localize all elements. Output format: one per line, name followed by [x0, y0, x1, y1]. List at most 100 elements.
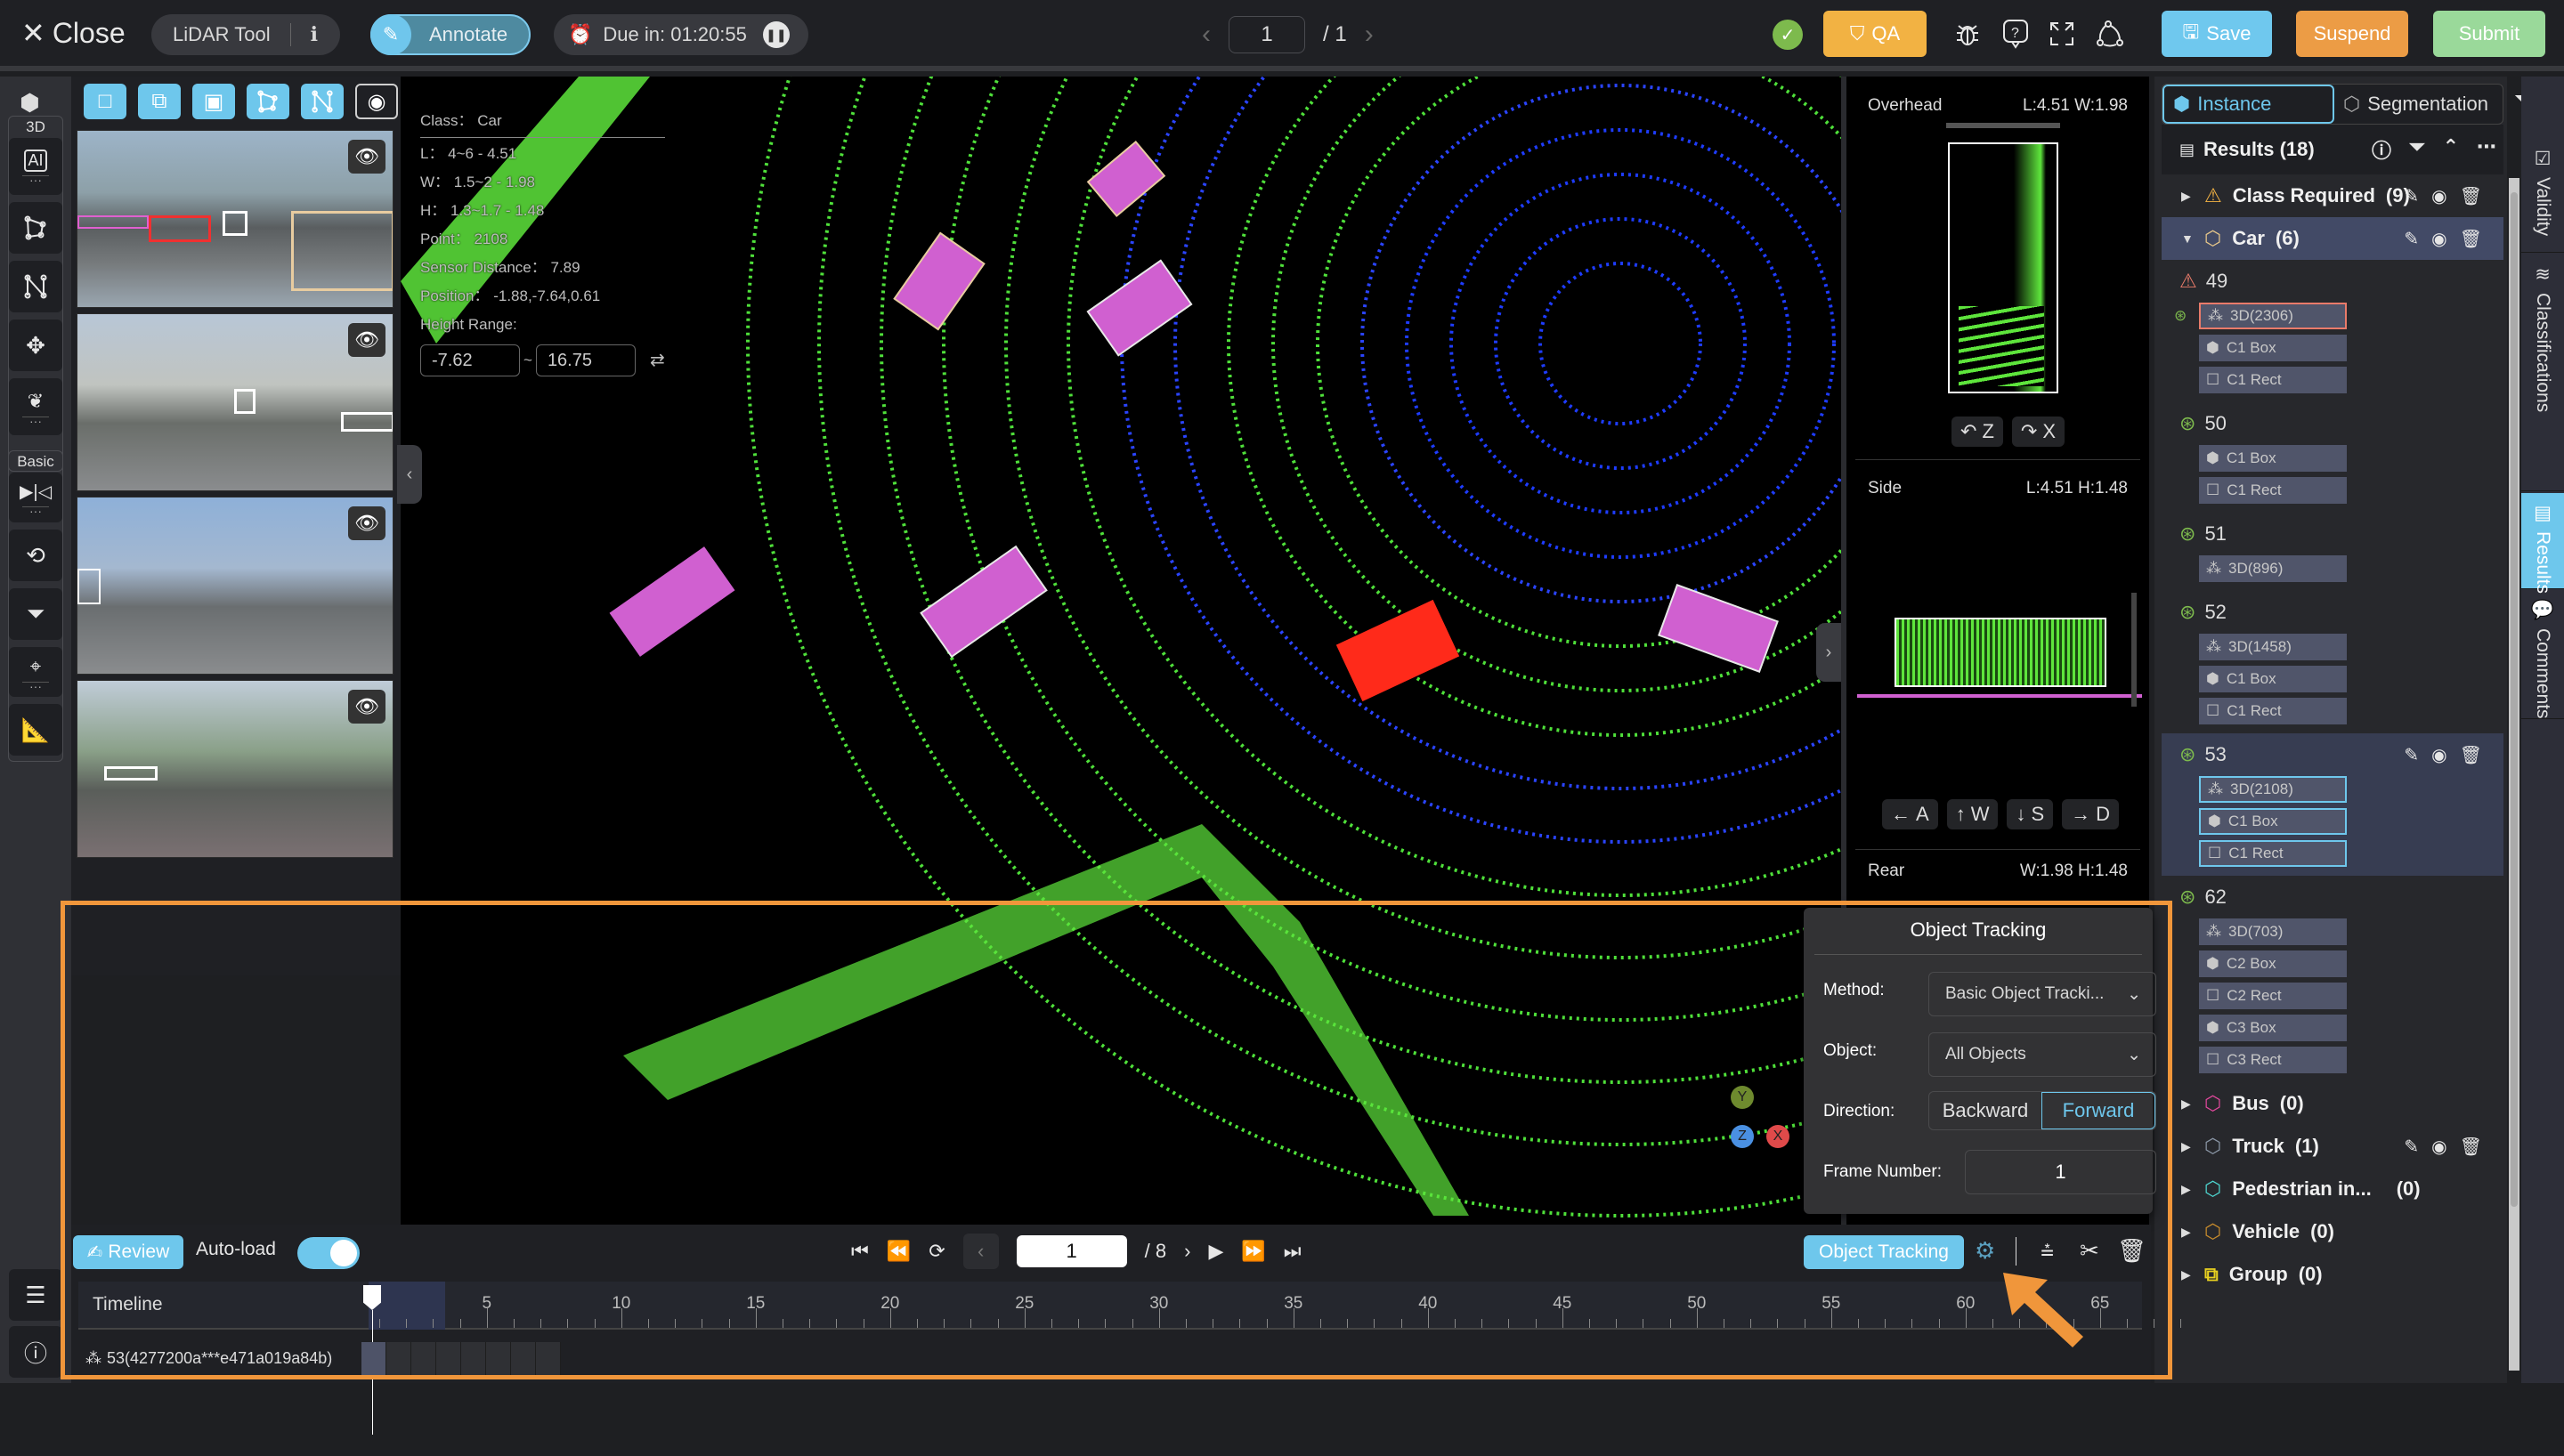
trash-icon[interactable]: 🗑 [2460, 228, 2482, 250]
edit-icon[interactable]: ✎ [2404, 185, 2419, 207]
method-select[interactable]: Basic Object Tracki... ⌄ [1928, 972, 2156, 1016]
instance-49[interactable]: ⚠ 49 ⊛ ⁂ 3D(2306) ⬢ C1 Box ☐ C1 Rect [2162, 260, 2503, 402]
polygon-shape-tool-button[interactable] [247, 84, 289, 119]
overhead-view[interactable] [1948, 142, 2058, 393]
instance-chip[interactable]: ⁂ 3D(703) [2199, 918, 2347, 945]
camera-view-4[interactable]: 👁 [77, 680, 394, 858]
save-button[interactable]: 🖫 Save [2162, 11, 2272, 57]
move-left-button[interactable]: ← A [1882, 799, 1938, 829]
view-resize-handle[interactable] [1946, 123, 2060, 128]
autoload-toggle[interactable] [297, 1237, 360, 1269]
class-row-bus[interactable]: ▶ ⬡ Bus (0) [2162, 1082, 2503, 1125]
class-row-group[interactable]: ▶ ⧉ Group (0) [2162, 1253, 2503, 1296]
tab-instance[interactable]: ⬢ Instance [2162, 85, 2334, 124]
camera-visibility-toggle[interactable]: 👁 [348, 323, 385, 357]
pause-timer-button[interactable]: ❚❚ [762, 21, 790, 48]
flip-tool-button[interactable]: ▶|◁ ··· [9, 473, 62, 522]
instance-chip[interactable]: ⬢ C1 Box [2199, 666, 2347, 692]
track-frame-cell[interactable] [486, 1342, 511, 1379]
edit-icon[interactable]: ✎ [2404, 744, 2419, 766]
instance-chip[interactable]: ☐ C1 Rect [2199, 698, 2347, 724]
trash-icon[interactable]: 🗑 [2460, 744, 2482, 766]
last-frame-button[interactable]: ⏭ [1284, 1240, 1302, 1263]
suspend-button[interactable]: Suspend [2296, 11, 2408, 57]
vtab-validity[interactable]: ☑ Validity [2521, 139, 2564, 253]
instance-chip[interactable]: ☐ C1 Rect [2199, 477, 2347, 504]
vtab-classifications[interactable]: ≋ Classifications [2521, 255, 2564, 491]
frame-input[interactable]: 1 [1016, 1235, 1127, 1267]
collapse-projection-panel-button[interactable]: › [1816, 623, 1841, 682]
focus-tool-button[interactable]: ⌖ ··· [9, 647, 62, 697]
class-row-truck[interactable]: ▶ ⬡ Truck (1) ✎ ◉ 🗑 [2162, 1125, 2503, 1168]
merge-frames-icon[interactable]: ⩮ [2041, 1237, 2054, 1266]
collapse-all-icon[interactable]: ⌃ [2443, 135, 2459, 164]
instance-62[interactable]: ⊛ 62 ⁂ 3D(703) ⬢ C2 Box ☐ C2 Rect ⬢ C3 Box ☐ C… [2162, 876, 2503, 1082]
axis-x-handle[interactable]: X [1766, 1125, 1789, 1148]
qa-button[interactable]: ⛉ QA [1823, 11, 1927, 57]
help-icon[interactable]: ? [1998, 16, 2033, 52]
filter-tool-button[interactable]: ⏷ [9, 588, 62, 640]
track-frame-cell[interactable] [386, 1342, 411, 1379]
instance-chip[interactable]: ⬢ C1 Box [2199, 808, 2347, 835]
point-tool-button[interactable]: ◉ [355, 84, 398, 119]
settings-sliders-button[interactable]: ☰ [9, 1269, 62, 1321]
move-up-button[interactable]: ↑ W [1946, 799, 1999, 829]
review-button[interactable]: ✍ Review [73, 1235, 183, 1269]
prev-frame-button[interactable]: ‹ [962, 1234, 999, 1269]
trash-icon[interactable]: 🗑 [2117, 1237, 2146, 1265]
brain-tool-button[interactable]: ❦ ··· [9, 378, 62, 435]
eye-icon[interactable]: ◉ [2431, 228, 2446, 250]
instance-chip[interactable]: ⊛ ⁂ 3D(2306) [2174, 303, 2347, 329]
reset-view-button[interactable]: ⟲ [9, 530, 62, 581]
workflow-icon[interactable] [2092, 16, 2128, 52]
ruler-tool-button[interactable]: 📐 [9, 704, 62, 756]
vtab-comments[interactable]: 💬 Comments [2521, 591, 2564, 719]
side-view-scrollbar[interactable] [2131, 593, 2137, 707]
vtab-results[interactable]: ▤ Results [2521, 493, 2564, 594]
ai-tool-button[interactable]: AI ··· [9, 138, 62, 195]
bug-icon[interactable] [1950, 16, 1985, 52]
instance-chip[interactable]: ⬢ C2 Box [2199, 950, 2347, 977]
edit-icon[interactable]: ✎ [2404, 228, 2419, 250]
class-row-vehicle[interactable]: ▶ ⬡ Vehicle (0) [2162, 1210, 2503, 1253]
trash-icon[interactable]: 🗑 [2460, 1136, 2482, 1158]
help-circle-icon[interactable]: ⓘ [2372, 135, 2391, 164]
instance-chip[interactable]: ⁂ 3D(2108) [2199, 776, 2347, 803]
camera-view-2[interactable]: 👁 [77, 313, 394, 491]
direction-backward[interactable]: Backward [1929, 1092, 2041, 1129]
filter-icon[interactable]: ⏷ [2409, 135, 2425, 164]
move-down-button[interactable]: ↓ S [2007, 799, 2054, 829]
instance-chip[interactable]: ☐ C2 Rect [2199, 983, 2347, 1009]
class-row-car[interactable]: ▼ ⬡ Car (6) ✎ ◉ 🗑 [2162, 217, 2503, 260]
prev-page-button[interactable]: ‹ [1202, 20, 1211, 50]
direction-forward[interactable]: Forward [2041, 1092, 2155, 1129]
camera-view-1[interactable]: 👁 [77, 130, 394, 308]
trash-icon[interactable]: 🗑 [2460, 185, 2482, 207]
instance-53[interactable]: ⊛ 53 ✎ ◉ 🗑 ⁂ 3D(2108) ⬢ C1 Box ☐ C1 Rect [2162, 733, 2503, 876]
camera-visibility-toggle[interactable]: 👁 [348, 506, 385, 540]
frame-number-input[interactable]: 1 [1965, 1150, 2156, 1194]
camera-visibility-toggle[interactable]: 👁 [348, 140, 385, 174]
more-options-icon[interactable]: ⋯ [2477, 135, 2496, 164]
height-range-min-input[interactable]: -7.62 [420, 344, 520, 376]
next-page-button[interactable]: › [1365, 20, 1374, 50]
side-view[interactable] [1895, 618, 2106, 687]
instance-chip[interactable]: ⬢ C1 Box [2199, 445, 2347, 472]
track-frame-cell[interactable] [411, 1342, 436, 1379]
close-button[interactable]: ✕ Close [21, 16, 126, 50]
move-right-button[interactable]: → D [2062, 799, 2120, 829]
instance-chip[interactable]: ⬢ C3 Box [2199, 1015, 2347, 1041]
timeline-ruler[interactable]: Timeline 5 10 15 20 25 30 35 40 45 50 55 60 65 [78, 1282, 2182, 1330]
instance-chip[interactable]: ☐ C3 Rect [2199, 1047, 2347, 1073]
instance-chip[interactable]: ☐ C1 Rect [2199, 367, 2347, 393]
first-frame-button[interactable]: ⏮ [851, 1240, 869, 1263]
info-button[interactable]: ⓘ [9, 1326, 62, 1378]
axis-y-handle[interactable]: Y [1731, 1086, 1754, 1109]
track-frame-cell[interactable] [536, 1342, 561, 1379]
tracking-settings-gear-icon[interactable]: ⚙ [1975, 1237, 1995, 1265]
edit-icon[interactable]: ✎ [2404, 1136, 2419, 1158]
polygon-tool-button[interactable] [9, 202, 62, 254]
mode-annotate-pill[interactable]: ✎ Annotate [370, 14, 531, 55]
class-row-pedestrian[interactable]: ▶ ⬡ Pedestrian in... (0) [2162, 1168, 2503, 1210]
rotate-z-button[interactable]: ↶ Z [1951, 417, 2003, 447]
